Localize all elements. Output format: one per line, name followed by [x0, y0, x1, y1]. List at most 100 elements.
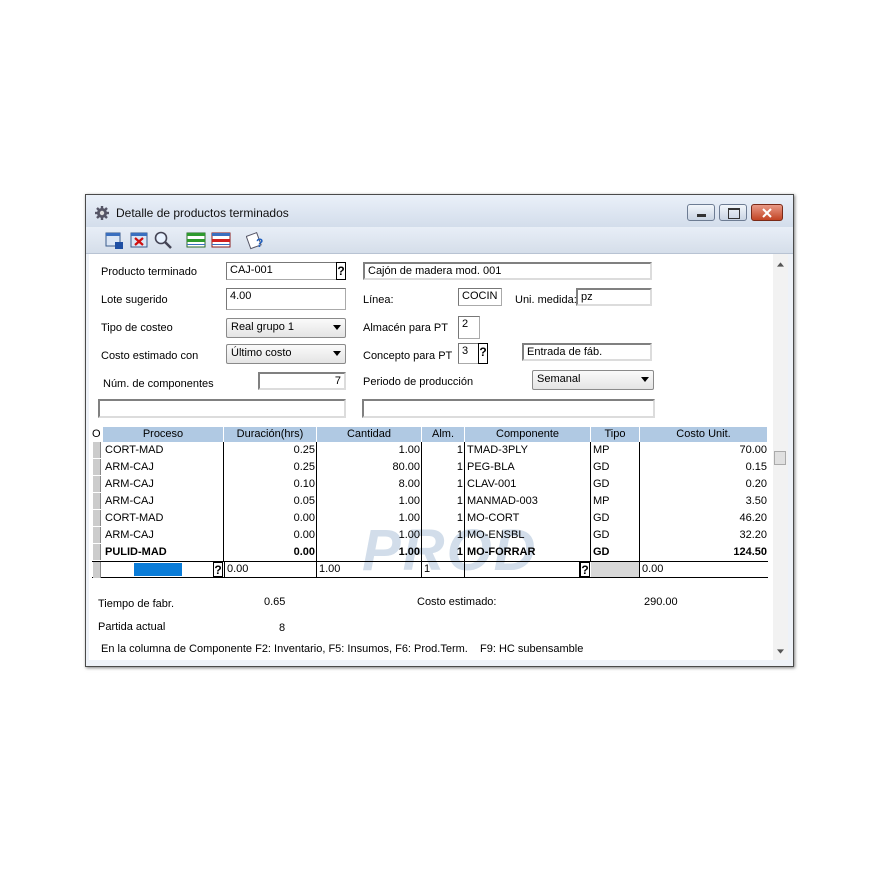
cell-cantidad[interactable]: 80.00	[317, 459, 422, 476]
cell-alm[interactable]: 1	[422, 510, 465, 527]
notes-field-right[interactable]	[362, 399, 655, 418]
cell-componente[interactable]: TMAD-3PLY	[465, 442, 591, 459]
save-icon[interactable]	[104, 230, 124, 250]
table-row[interactable]: PULID-MAD 0.00 1.00 1 MO-FORRAR GD 124.50	[92, 544, 768, 561]
linea-field[interactable]: COCIN	[458, 288, 502, 306]
almacen-field[interactable]: 2	[458, 316, 480, 339]
cell-alm[interactable]: 1	[422, 493, 465, 510]
cell-alm[interactable]: 1	[422, 476, 465, 493]
cell-cantidad[interactable]: 1.00	[317, 493, 422, 510]
new-tipo-input[interactable]	[591, 562, 640, 577]
row-selector[interactable]	[93, 459, 101, 475]
cell-proceso[interactable]: CORT-MAD	[103, 510, 224, 527]
cell-tipo[interactable]: GD	[591, 476, 640, 493]
search-icon[interactable]	[153, 230, 173, 250]
cell-proceso[interactable]: ARM-CAJ	[103, 493, 224, 510]
grid-new-row[interactable]: ? 0.00 1.00 1 ? 0.00	[92, 561, 768, 578]
col-header-proceso[interactable]: Proceso	[103, 427, 224, 442]
delete-row-icon[interactable]	[211, 230, 231, 250]
row-selector[interactable]	[93, 493, 101, 509]
producto-lookup-button[interactable]: ?	[336, 262, 346, 280]
cell-proceso[interactable]: ARM-CAJ	[103, 459, 224, 476]
cell-cantidad[interactable]: 1.00	[317, 510, 422, 527]
insert-row-icon[interactable]	[186, 230, 206, 250]
vertical-scrollbar[interactable]	[773, 254, 788, 660]
title-bar[interactable]: Detalle de productos terminados	[86, 195, 793, 227]
new-cantidad-input[interactable]: 1.00	[317, 562, 422, 577]
new-componente-input[interactable]	[465, 562, 580, 577]
cell-duracion[interactable]: 0.25	[224, 459, 317, 476]
cell-costo[interactable]: 0.15	[640, 459, 768, 476]
close-button[interactable]	[751, 204, 783, 221]
cell-duracion[interactable]: 0.25	[224, 442, 317, 459]
scroll-down-icon[interactable]	[777, 649, 784, 654]
cell-alm[interactable]: 1	[422, 544, 465, 561]
cell-costo[interactable]: 0.20	[640, 476, 768, 493]
col-header-duracion[interactable]: Duración(hrs)	[224, 427, 317, 442]
concepto-lookup-button[interactable]: ?	[478, 343, 488, 364]
cell-cantidad[interactable]: 8.00	[317, 476, 422, 493]
costo-estimado-con-select[interactable]: Último costo	[226, 344, 346, 364]
cell-proceso[interactable]: ARM-CAJ	[103, 527, 224, 544]
cell-costo[interactable]: 3.50	[640, 493, 768, 510]
cell-costo[interactable]: 32.20	[640, 527, 768, 544]
minimize-button[interactable]	[687, 204, 715, 221]
row-selector[interactable]	[93, 544, 101, 560]
new-duracion-input[interactable]: 0.00	[224, 562, 317, 577]
row-selector[interactable]	[93, 442, 101, 458]
new-proceso-input[interactable]	[134, 563, 182, 576]
table-row[interactable]: CORT-MAD 0.25 1.00 1 TMAD-3PLY MP 70.00	[92, 442, 768, 459]
table-row[interactable]: ARM-CAJ 0.10 8.00 1 CLAV-001 GD 0.20	[92, 476, 768, 493]
row-selector[interactable]	[93, 562, 101, 578]
cell-proceso[interactable]: PULID-MAD	[103, 544, 224, 561]
cell-alm[interactable]: 1	[422, 459, 465, 476]
maximize-button[interactable]	[719, 204, 747, 221]
table-row[interactable]: CORT-MAD 0.00 1.00 1 MO-CORT GD 46.20	[92, 510, 768, 527]
help-icon[interactable]: ?	[246, 230, 266, 250]
cell-componente[interactable]: CLAV-001	[465, 476, 591, 493]
cell-cantidad[interactable]: 1.00	[317, 544, 422, 561]
cell-tipo[interactable]: GD	[591, 544, 640, 561]
row-selector[interactable]	[93, 527, 101, 543]
new-costo-input[interactable]: 0.00	[640, 562, 768, 577]
proceso-lookup-button[interactable]: ?	[213, 562, 223, 577]
row-selector[interactable]	[93, 476, 101, 492]
cell-tipo[interactable]: GD	[591, 459, 640, 476]
cell-componente[interactable]: MO-FORRAR	[465, 544, 591, 561]
cell-duracion[interactable]: 0.10	[224, 476, 317, 493]
concepto-field[interactable]: 3	[458, 343, 478, 364]
row-selector[interactable]	[93, 510, 101, 526]
cell-alm[interactable]: 1	[422, 527, 465, 544]
tipo-costeo-select[interactable]: Real grupo 1	[226, 318, 346, 338]
producto-terminado-field[interactable]: CAJ-001	[226, 262, 336, 280]
cell-duracion[interactable]: 0.00	[224, 544, 317, 561]
col-header-alm[interactable]: Alm.	[422, 427, 465, 442]
cell-proceso[interactable]: CORT-MAD	[103, 442, 224, 459]
cell-cantidad[interactable]: 1.00	[317, 442, 422, 459]
cell-alm[interactable]: 1	[422, 442, 465, 459]
table-row[interactable]: ARM-CAJ 0.25 80.00 1 PEG-BLA GD 0.15	[92, 459, 768, 476]
col-header-componente[interactable]: Componente	[465, 427, 591, 442]
cell-componente[interactable]: MO-CORT	[465, 510, 591, 527]
cell-costo[interactable]: 70.00	[640, 442, 768, 459]
scroll-up-icon[interactable]	[777, 262, 784, 267]
new-alm-input[interactable]: 1	[422, 562, 465, 577]
cell-tipo[interactable]: MP	[591, 442, 640, 459]
cell-costo[interactable]: 124.50	[640, 544, 768, 561]
cell-tipo[interactable]: MP	[591, 493, 640, 510]
col-header-cantidad[interactable]: Cantidad	[317, 427, 422, 442]
cell-duracion[interactable]: 0.05	[224, 493, 317, 510]
cell-componente[interactable]: MO-ENSBL	[465, 527, 591, 544]
cell-duracion[interactable]: 0.00	[224, 527, 317, 544]
cell-cantidad[interactable]: 1.00	[317, 527, 422, 544]
periodo-select[interactable]: Semanal	[532, 370, 654, 390]
cell-tipo[interactable]: GD	[591, 510, 640, 527]
lote-field[interactable]: 4.00	[226, 288, 346, 310]
delete-icon[interactable]	[129, 230, 149, 250]
cell-duracion[interactable]: 0.00	[224, 510, 317, 527]
cell-proceso[interactable]: ARM-CAJ	[103, 476, 224, 493]
componente-lookup-button[interactable]: ?	[580, 562, 590, 577]
cell-componente[interactable]: MANMAD-003	[465, 493, 591, 510]
cell-tipo[interactable]: GD	[591, 527, 640, 544]
col-header-costo[interactable]: Costo Unit.	[640, 427, 768, 442]
